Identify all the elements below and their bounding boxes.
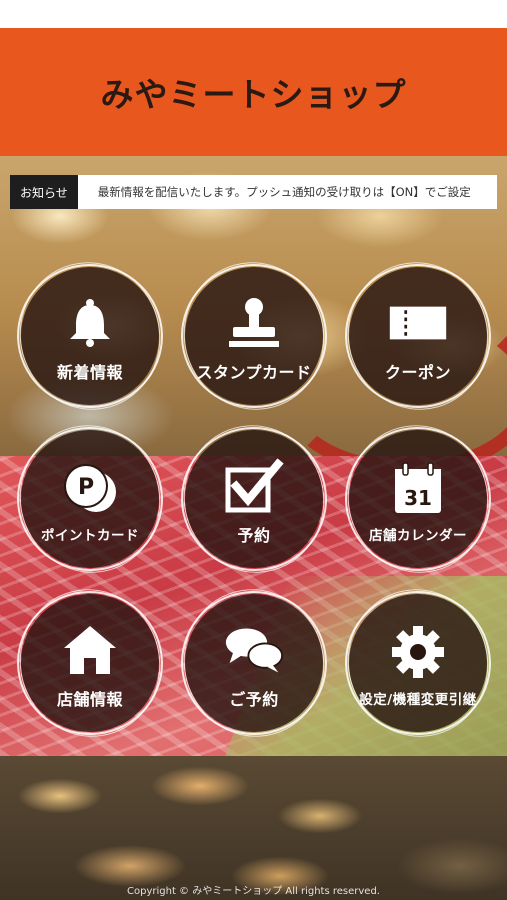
menu-button-coupon[interactable]: クーポン: [331, 246, 505, 426]
menu-button-store-info[interactable]: 店舗情報: [3, 573, 177, 753]
menu-button-stamp-card[interactable]: スタンプカード: [167, 246, 341, 426]
footer-copyright: Copyright © みやミートショップ All rights reserve…: [127, 886, 380, 897]
status-bar: [0, 0, 507, 28]
menu-button-reservation[interactable]: 予約: [167, 409, 341, 589]
app-title: みやミートショップ: [100, 75, 407, 114]
menu-button-store-calendar[interactable]: 31 店舗カレンダー: [331, 409, 505, 589]
menu-button-news[interactable]: 新着情報: [3, 246, 177, 426]
menu-button-booking[interactable]: ご予約: [167, 573, 341, 753]
menu-button-settings[interactable]: 設定/機種変更引継: [331, 573, 505, 753]
menu-button-point-card[interactable]: P ポイントカード: [3, 409, 177, 589]
app-header: みやミートショップ: [0, 28, 507, 156]
notice-label: お知らせ: [10, 175, 78, 209]
yakitori-background-image: [0, 756, 507, 900]
notice-ticker[interactable]: お知らせ 最新情報を配信いたします。プッシュ通知の受け取りは【ON】でご設定: [10, 175, 497, 209]
notice-text: 最新情報を配信いたします。プッシュ通知の受け取りは【ON】でご設定: [97, 185, 471, 199]
